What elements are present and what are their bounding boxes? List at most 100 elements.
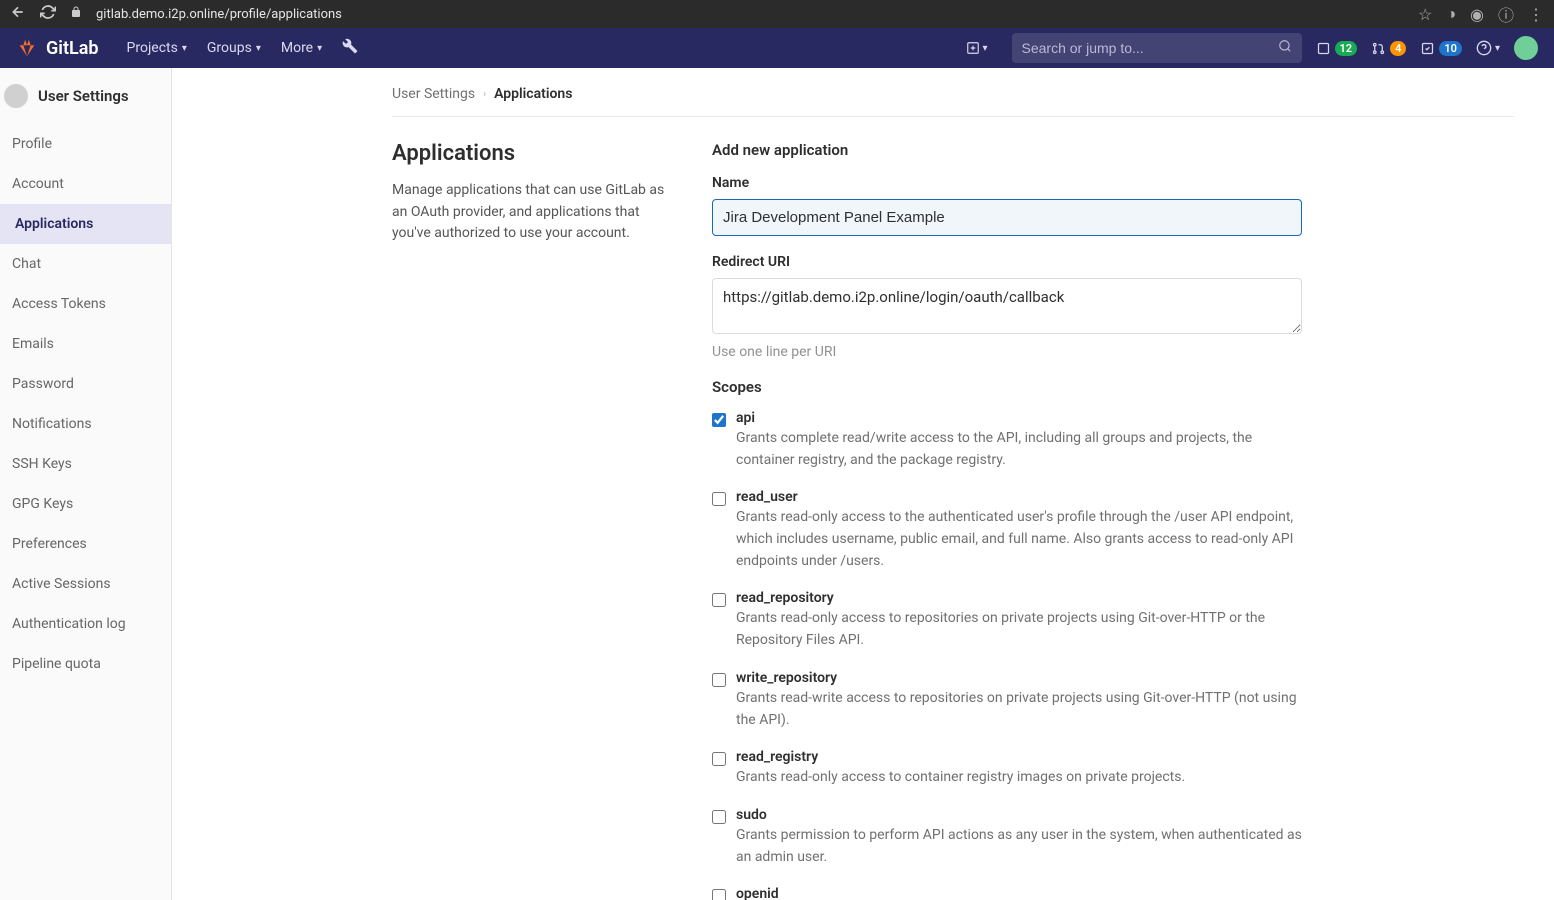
scope-item-openid: openidGrants permission to authenticate … <box>712 886 1302 900</box>
scope-checkbox-openid[interactable] <box>712 889 726 900</box>
sidebar-item-notifications[interactable]: Notifications <box>0 404 171 444</box>
todos-badge: 10 <box>1439 41 1462 56</box>
browser-chrome: gitlab.demo.i2p.online/profile/applicati… <box>0 0 1554 28</box>
name-label: Name <box>712 175 1302 191</box>
nav-projects-label: Projects <box>127 40 178 56</box>
sidebar-item-preferences[interactable]: Preferences <box>0 524 171 564</box>
sidebar-title: User Settings <box>38 87 129 105</box>
scope-checkbox-read_registry[interactable] <box>712 752 726 766</box>
sidebar-item-password[interactable]: Password <box>0 364 171 404</box>
new-dropdown[interactable]: ▾ <box>956 41 997 55</box>
main-content: User Settings › Applications Application… <box>172 68 1554 900</box>
menu-icon[interactable]: ⋮ <box>1528 5 1544 24</box>
issues-badge: 12 <box>1335 41 1358 56</box>
todos-counter[interactable]: 10 <box>1420 41 1462 56</box>
scope-item-write_repository: write_repository Grants read-write access… <box>712 670 1302 731</box>
mr-counter[interactable]: 4 <box>1371 41 1406 56</box>
scope-body: sudo Grants permission to perform API act… <box>736 807 1302 868</box>
nav-more-label: More <box>281 40 313 56</box>
nav-groups-label: Groups <box>207 40 252 56</box>
search-input[interactable] <box>1022 40 1270 56</box>
chevron-right-icon: › <box>483 89 486 100</box>
back-icon[interactable] <box>10 4 26 24</box>
scope-item-api: api Grants complete read/write access to … <box>712 410 1302 471</box>
scope-item-sudo: sudo Grants permission to perform API act… <box>712 807 1302 868</box>
sidebar-item-gpg-keys[interactable]: GPG Keys <box>0 484 171 524</box>
scope-name: read_registry <box>736 749 1302 765</box>
chevron-down-icon: ▾ <box>256 43 261 54</box>
chevron-down-icon: ▾ <box>182 43 187 54</box>
scope-body: read_registry Grants read-only access to … <box>736 749 1302 789</box>
page-description: Manage applications that can use GitLab … <box>392 180 672 245</box>
sidebar-item-applications[interactable]: Applications <box>0 204 171 244</box>
breadcrumb-parent[interactable]: User Settings <box>392 86 475 102</box>
extension-icon-2[interactable]: ◉ <box>1470 5 1484 24</box>
breadcrumb-current: Applications <box>494 86 572 102</box>
scope-body: read_repositoryGrants read-only access t… <box>736 590 1302 651</box>
user-avatar[interactable] <box>1514 36 1538 60</box>
browser-actions: ☆ ◑ ◉ ⓘ ⋮ <box>1418 2 1544 26</box>
scope-description: Grants read-only access to container reg… <box>736 767 1302 789</box>
info-icon[interactable]: ⓘ <box>1498 2 1514 26</box>
scope-description: Grants read-write access to repositories… <box>736 688 1302 731</box>
sidebar-item-active-sessions[interactable]: Active Sessions <box>0 564 171 604</box>
help-dropdown[interactable]: ▾ <box>1476 40 1500 56</box>
mr-badge: 4 <box>1390 41 1406 56</box>
address-bar[interactable]: gitlab.demo.i2p.online/profile/applicati… <box>96 7 1404 22</box>
redirect-help-text: Use one line per URI <box>712 344 1302 360</box>
sidebar-item-ssh-keys[interactable]: SSH Keys <box>0 444 171 484</box>
chevron-down-icon: ▾ <box>982 43 987 54</box>
extension-icon[interactable]: ◑ <box>1446 4 1456 24</box>
nav-groups[interactable]: Groups ▾ <box>197 28 271 68</box>
scope-checkbox-write_repository[interactable] <box>712 673 726 687</box>
scope-body: openidGrants permission to authenticate … <box>736 886 1302 900</box>
scope-checkbox-read_user[interactable] <box>712 492 726 506</box>
chevron-down-icon: ▾ <box>317 43 322 54</box>
nav-more[interactable]: More ▾ <box>271 28 332 68</box>
gitlab-top-nav: GitLab Projects ▾ Groups ▾ More ▾ ▾ 12 4… <box>0 28 1554 68</box>
scope-description: Grants permission to perform API actions… <box>736 825 1302 868</box>
scopes-heading: Scopes <box>712 378 1302 396</box>
sidebar-item-profile[interactable]: Profile <box>0 124 171 164</box>
sidebar-item-account[interactable]: Account <box>0 164 171 204</box>
scope-name: read_user <box>736 489 1302 505</box>
scope-description: Grants read-only access to the authentic… <box>736 507 1302 572</box>
scope-item-read_user: read_user Grants read-only access to the … <box>712 489 1302 572</box>
redirect-uri-label: Redirect URI <box>712 254 1302 270</box>
breadcrumb: User Settings › Applications <box>392 86 1514 117</box>
scope-item-read_repository: read_repositoryGrants read-only access t… <box>712 590 1302 651</box>
page-intro: Applications Manage applications that ca… <box>392 141 672 900</box>
scope-item-read_registry: read_registry Grants read-only access to … <box>712 749 1302 789</box>
redirect-uri-input[interactable] <box>712 278 1302 334</box>
chevron-down-icon: ▾ <box>1495 43 1500 54</box>
bookmark-star-icon[interactable]: ☆ <box>1418 5 1432 24</box>
page-title: Applications <box>392 141 672 166</box>
sidebar-header[interactable]: User Settings <box>0 68 171 124</box>
scope-description: Grants complete read/write access to the… <box>736 428 1302 471</box>
sidebar-item-emails[interactable]: Emails <box>0 324 171 364</box>
user-avatar-small <box>4 84 28 108</box>
scope-name: write_repository <box>736 670 1302 686</box>
sidebar-item-pipeline-quota[interactable]: Pipeline quota <box>0 644 171 684</box>
scope-body: write_repository Grants read-write access… <box>736 670 1302 731</box>
sidebar-item-auth-log[interactable]: Authentication log <box>0 604 171 644</box>
settings-sidebar: User Settings Profile Account Applicatio… <box>0 68 172 900</box>
name-input[interactable] <box>712 199 1302 236</box>
nav-projects[interactable]: Projects ▾ <box>117 28 197 68</box>
global-search[interactable] <box>1012 33 1302 63</box>
issues-counter[interactable]: 12 <box>1316 41 1358 56</box>
scope-checkbox-read_repository[interactable] <box>712 593 726 607</box>
sidebar-item-chat[interactable]: Chat <box>0 244 171 284</box>
gitlab-brand-text: GitLab <box>46 38 99 59</box>
gitlab-logo[interactable]: GitLab <box>16 37 99 59</box>
search-icon <box>1278 39 1292 57</box>
sidebar-item-access-tokens[interactable]: Access Tokens <box>0 284 171 324</box>
scope-checkbox-sudo[interactable] <box>712 810 726 824</box>
reload-icon[interactable] <box>40 4 56 24</box>
admin-wrench-icon[interactable] <box>332 38 368 58</box>
scope-name: sudo <box>736 807 1302 823</box>
application-form: Add new application Name Redirect URI Us… <box>712 141 1302 900</box>
scope-checkbox-api[interactable] <box>712 413 726 427</box>
scope-name: openid <box>736 886 1302 900</box>
scope-name: api <box>736 410 1302 426</box>
